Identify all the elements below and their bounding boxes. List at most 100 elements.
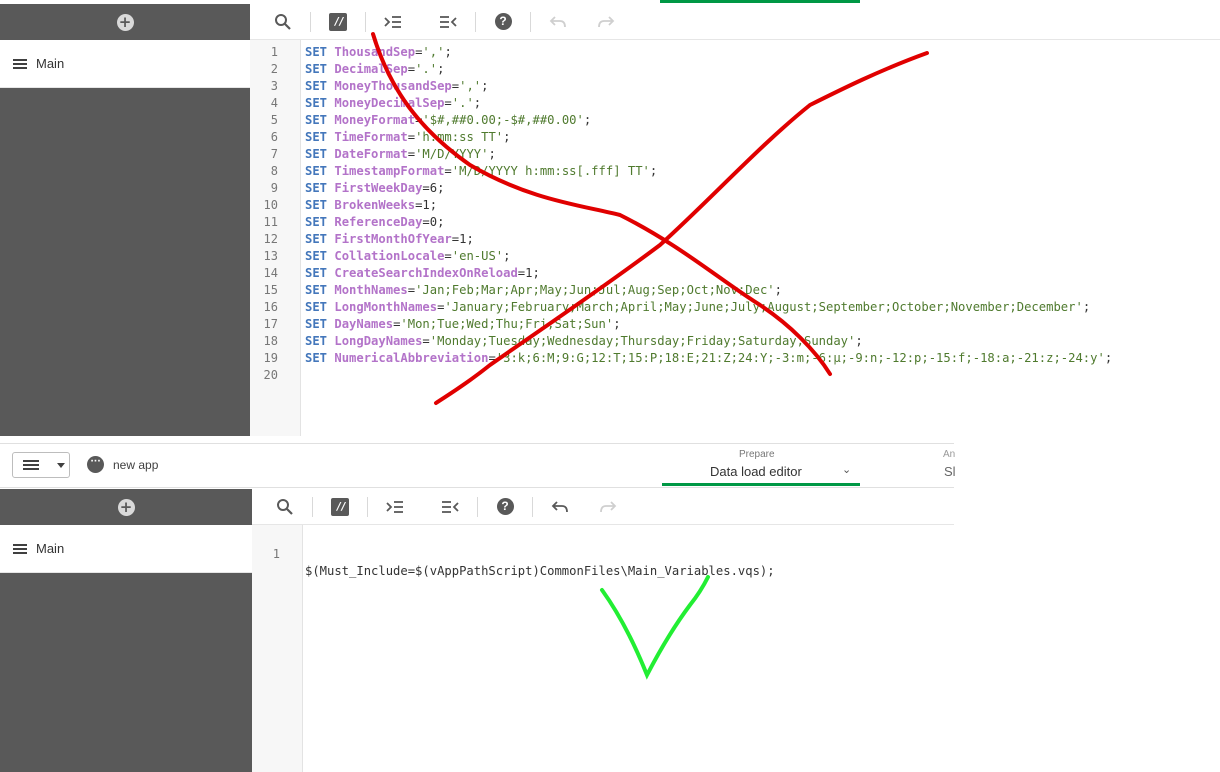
terminator: ; (532, 266, 540, 280)
line-number: 18 (263, 334, 278, 348)
operator: = (407, 62, 416, 76)
keyword-set: SET (305, 181, 335, 195)
global-menu-button[interactable] (12, 452, 70, 478)
variable-name: MonthNames (334, 283, 408, 297)
code-text: SET MoneyThousandSep=','; (305, 78, 488, 95)
variable-name: LongMonthNames (334, 300, 438, 314)
variable-name: ThousandSep (334, 45, 416, 59)
code-line: 13 SET CollationLocale='en-US'; (250, 248, 1210, 265)
outdent-icon (440, 15, 457, 28)
editor-toolbar: // ? (252, 489, 954, 525)
variable-name: TimeFormat (334, 130, 408, 144)
keyword-set: SET (305, 79, 335, 93)
variable-name: CreateSearchIndexOnReload (334, 266, 518, 280)
sidebar-item-main[interactable]: Main (0, 40, 250, 88)
add-section-bar[interactable]: + (0, 4, 250, 40)
terminator: ; (437, 181, 445, 195)
script-editor-top[interactable]: 1 SET ThousandSep=','; 2 SET DecimalSep='.'… (250, 40, 1220, 436)
variable-value: '.' (415, 62, 438, 76)
variable-name: BrokenWeeks (334, 198, 416, 212)
keyword-set: SET (305, 266, 335, 280)
operator: = (422, 181, 430, 195)
chevron-down-icon[interactable]: ⌄ (842, 463, 851, 476)
more-icon[interactable]: ··· (87, 456, 104, 473)
tab-analyze-label[interactable]: Sl (944, 464, 956, 479)
variable-value: 'Jan;Feb;Mar;Apr;May;Jun;Jul;Aug;Sep;Oct… (415, 283, 775, 297)
app-name[interactable]: new app (113, 458, 158, 472)
code-text: SET BrokenWeeks=1; (305, 197, 437, 214)
keyword-set: SET (305, 232, 335, 246)
undo-button[interactable] (545, 9, 571, 35)
line-number: 15 (263, 283, 278, 297)
variable-value: 0 (429, 215, 438, 229)
terminator: ; (1082, 300, 1091, 314)
terminator: ; (437, 215, 445, 229)
add-section-bar[interactable]: + (0, 489, 252, 525)
plus-icon[interactable]: + (116, 13, 134, 31)
variable-name: DayNames (334, 317, 394, 331)
keyword-set: SET (305, 198, 335, 212)
code-line: 6 SET TimeFormat='h:mm:ss TT'; (250, 129, 1210, 146)
keyword-set: SET (305, 249, 335, 263)
variable-value: 'en-US' (451, 249, 504, 263)
search-button[interactable] (270, 9, 296, 35)
variable-name: ReferenceDay (334, 215, 423, 229)
code-line: 1 SET ThousandSep=','; (250, 44, 1210, 61)
help-button[interactable]: ? (492, 494, 518, 520)
search-button[interactable] (272, 494, 298, 520)
help-button[interactable]: ? (490, 9, 516, 35)
script-editor-bottom[interactable]: 1 $(Must_Include=$(vAppPathScript)Common… (252, 525, 954, 772)
outdent-icon (442, 500, 459, 513)
active-tab-indicator-top (660, 0, 860, 3)
code-text: SET DayNames='Mon;Tue;Wed;Thu;Fri;Sat;Su… (305, 316, 621, 333)
keyword-set: SET (305, 215, 335, 229)
indent-button[interactable] (380, 9, 406, 35)
outdent-button[interactable] (437, 494, 463, 520)
variable-value: 'h:mm:ss TT' (415, 130, 504, 144)
line-number: 20 (263, 368, 278, 382)
redo-button[interactable] (593, 9, 619, 35)
code-line: 20 (250, 367, 1210, 384)
terminator: ; (613, 317, 621, 331)
comment-button[interactable]: // (325, 9, 351, 35)
variable-name: MoneyThousandSep (334, 79, 452, 93)
app-navigation-bar: ··· new app Prepare Data load editor ⌄ A… (0, 443, 956, 488)
keyword-set: SET (305, 45, 335, 59)
variable-name: DecimalSep (334, 62, 408, 76)
keyword-set: SET (305, 164, 335, 178)
terminator: ; (503, 130, 511, 144)
keyword-set: SET (305, 113, 335, 127)
tab-prepare[interactable]: Prepare Data load editor ⌄ (662, 444, 860, 486)
hamburger-icon (23, 460, 39, 470)
terminator: ; (583, 113, 592, 127)
code-line: 16 SET LongMonthNames='January;February;M… (250, 299, 1210, 316)
comment-button[interactable]: // (327, 494, 353, 520)
terminator: ; (473, 96, 482, 110)
outdent-button[interactable] (435, 9, 461, 35)
operator: = (422, 334, 430, 348)
code-line: 2 SET DecimalSep='.'; (250, 61, 1210, 78)
keyword-set: SET (305, 96, 335, 110)
code-text: SET DecimalSep='.'; (305, 61, 444, 78)
sidebar-item-main[interactable]: Main (0, 525, 252, 573)
code-text: SET CreateSearchIndexOnReload=1; (305, 265, 540, 282)
operator: = (407, 147, 416, 161)
comment-icon: // (329, 12, 347, 31)
terminator: ; (774, 283, 782, 297)
variable-value: '3:k;6:M;9:G;12:T;15:P;18:E;21:Z;24:Y;-3… (495, 351, 1105, 365)
line-number: 11 (263, 215, 278, 229)
code-text: SET MonthNames='Jan;Feb;Mar;Apr;May;Jun;… (305, 282, 782, 299)
tab-prepare-label: Data load editor (710, 464, 802, 479)
sidebar-panel (0, 88, 250, 436)
indent-icon (386, 500, 403, 513)
caret-down-icon (57, 462, 65, 468)
variable-value: ',' (459, 79, 482, 93)
indent-button[interactable] (382, 494, 408, 520)
redo-button[interactable] (595, 494, 621, 520)
line-number: 16 (263, 300, 278, 314)
code-line: 15 SET MonthNames='Jan;Feb;Mar;Apr;May;Ju… (250, 282, 1210, 299)
undo-button[interactable] (547, 494, 573, 520)
plus-icon[interactable]: + (117, 498, 135, 516)
terminator: ; (503, 249, 511, 263)
sidebar-panel (0, 573, 252, 772)
